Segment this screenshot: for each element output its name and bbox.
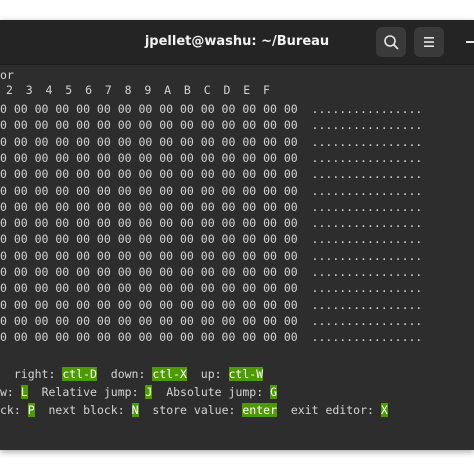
- hex-row: 0 00 00 00 00 00 00 00 00 00 00 00 00 00…: [0, 281, 423, 296]
- hamburger-menu-icon: [424, 37, 434, 47]
- key-badge: ctl-D: [62, 367, 97, 381]
- help-line-1: right: ctl-D down: ctl-X up: ctl-W: [0, 366, 264, 382]
- key-badge: enter: [242, 403, 277, 417]
- help-text: Relative jump:: [27, 385, 146, 399]
- hex-row: 0 00 00 00 00 00 00 00 00 00 00 00 00 00…: [0, 216, 423, 231]
- key-badge: N: [131, 403, 139, 417]
- help-text: w:: [0, 385, 21, 399]
- hex-row: 0 00 00 00 00 00 00 00 00 00 00 00 00 00…: [0, 134, 423, 149]
- hex-row: 0 00 00 00 00 00 00 00 00 00 00 00 00 00…: [0, 102, 423, 116]
- help-text: store value:: [138, 403, 243, 417]
- hex-row: 0 00 00 00 00 00 00 00 00 00 00 00 00 00…: [0, 150, 423, 165]
- hex-row: 0 00 00 00 00 00 00 00 00 00 00 00 00 00…: [0, 330, 423, 345]
- hex-row: 0 00 00 00 00 00 00 00 00 00 00 00 00 00…: [0, 232, 423, 247]
- column-header: 2 3 4 5 6 7 8 9 A B C D E F: [6, 83, 270, 97]
- hex-row: 0 00 00 00 00 00 00 00 00 00 00 00 00 00…: [0, 199, 423, 214]
- minimize-icon[interactable]: [466, 41, 474, 43]
- help-text: up:: [186, 367, 229, 381]
- menu-button[interactable]: [414, 27, 444, 57]
- key-badge: P: [27, 403, 35, 417]
- help-line-3: ck: P next block: N store value: enter e…: [0, 402, 388, 418]
- help-text: right:: [0, 367, 63, 381]
- terminal-content[interactable]: or 2 3 4 5 6 7 8 9 A B C D E F 0 00 00 0…: [0, 65, 474, 450]
- search-icon: [384, 35, 399, 50]
- title-bar[interactable]: jpellet@washu: ~/Bureau: [0, 20, 474, 65]
- search-button[interactable]: [376, 27, 406, 57]
- help-line-2: w: L Relative jump: J Absolute jump: G: [0, 384, 277, 400]
- editor-heading: or: [0, 68, 14, 82]
- hex-row: 0 00 00 00 00 00 00 00 00 00 00 00 00 00…: [0, 183, 423, 198]
- hex-row: 0 00 00 00 00 00 00 00 00 00 00 00 00 00…: [0, 297, 423, 312]
- terminal-window: jpellet@washu: ~/Bureau or 2 3 4 5 6 7 8…: [0, 20, 474, 450]
- key-badge: ctl-X: [152, 367, 187, 381]
- hex-row: 0 00 00 00 00 00 00 00 00 00 00 00 00 00…: [0, 167, 423, 182]
- hex-row: 0 00 00 00 00 00 00 00 00 00 00 00 00 00…: [0, 118, 423, 133]
- hex-row: 0 00 00 00 00 00 00 00 00 00 00 00 00 00…: [0, 265, 423, 279]
- help-text: down:: [96, 367, 153, 381]
- key-badge: L: [20, 385, 28, 399]
- help-text: Absolute jump:: [152, 385, 271, 399]
- key-badge: G: [270, 385, 277, 399]
- key-badge: ctl-W: [228, 367, 264, 381]
- key-badge: X: [380, 403, 388, 417]
- hex-row: 0 00 00 00 00 00 00 00 00 00 00 00 00 00…: [0, 248, 423, 263]
- hex-row: 0 00 00 00 00 00 00 00 00 00 00 00 00 00…: [0, 313, 423, 328]
- help-text: next block:: [34, 403, 132, 417]
- help-text: ck:: [0, 403, 28, 417]
- help-text: exit editor:: [277, 403, 381, 417]
